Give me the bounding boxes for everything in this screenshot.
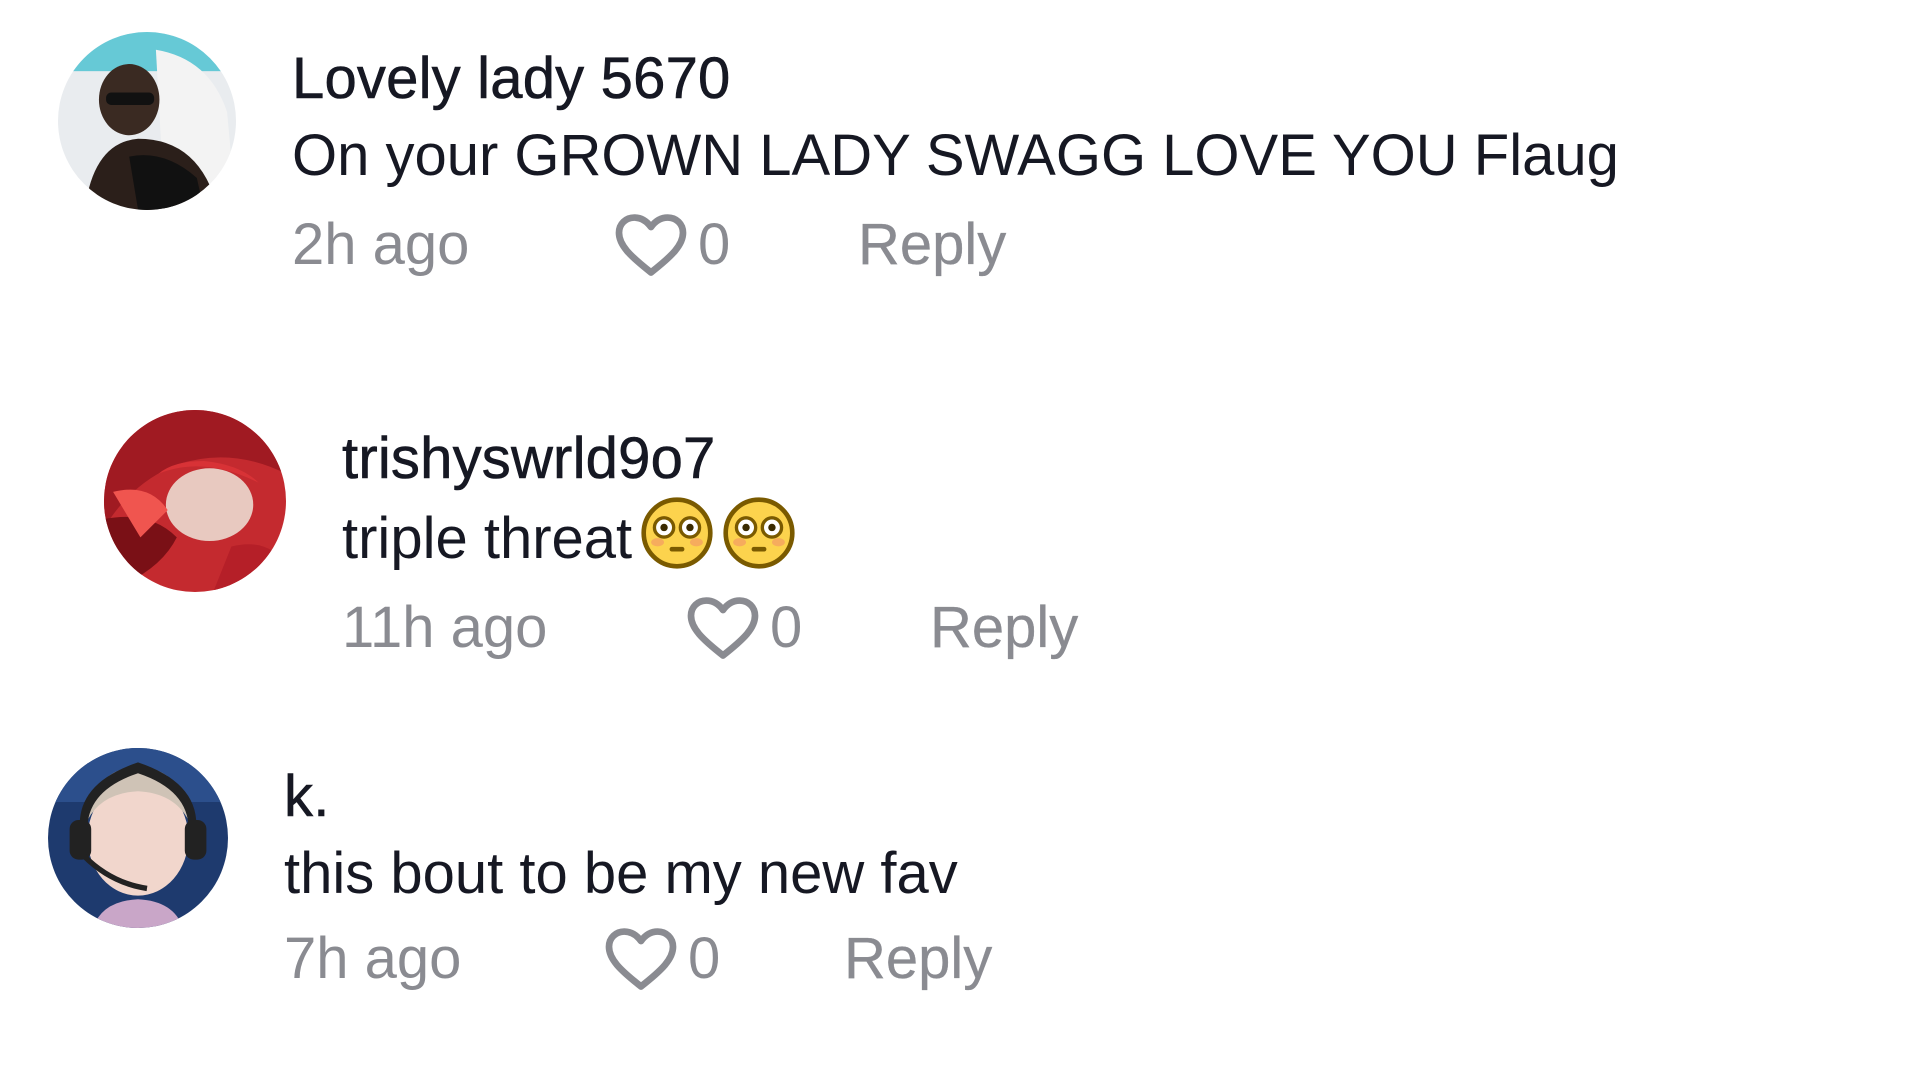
flushed-face-emoji <box>640 496 714 570</box>
flushed-face-emoji <box>722 496 796 570</box>
comment-text-content: triple threat <box>342 506 633 571</box>
reply-button[interactable]: Reply <box>844 914 993 1004</box>
comment-text: triple threat <box>342 496 796 579</box>
like-button[interactable]: 0 <box>686 583 802 673</box>
like-count: 0 <box>698 212 731 277</box>
heart-outline-icon <box>687 597 759 659</box>
comment-body: Lovely lady 5670 On your GROWN LADY SWAG… <box>292 44 1619 290</box>
reply-button[interactable]: Reply <box>930 583 1079 673</box>
like-count: 0 <box>688 926 721 991</box>
comment-list: Lovely lady 5670 On your GROWN LADY SWAG… <box>0 0 1920 1080</box>
comment-body: k. this bout to be my new fav 7h ago 0 R… <box>284 762 993 1004</box>
avatar[interactable] <box>48 748 228 928</box>
reply-button[interactable]: Reply <box>858 200 1007 290</box>
avatar[interactable] <box>58 32 236 210</box>
like-button[interactable]: 0 <box>614 200 730 290</box>
heart-outline-icon <box>605 928 677 990</box>
comment-meta: 11h ago 0 Reply <box>342 583 1078 673</box>
comment-meta: 7h ago 0 Reply <box>284 914 992 1004</box>
comment-username[interactable]: trishyswrld9o7 <box>342 424 796 494</box>
comment-text: On your GROWN LADY SWAGG LOVE YOU Flaug <box>292 123 1619 188</box>
comment-timestamp: 2h ago <box>292 212 470 277</box>
comment-body: trishyswrld9o7 triple threat 11h ago 0 R… <box>342 424 1079 673</box>
comment-timestamp: 7h ago <box>284 926 462 991</box>
comment-username[interactable]: k. <box>284 762 958 832</box>
comment-text: this bout to be my new fav <box>284 841 958 906</box>
comment-meta: 2h ago 0 Reply <box>292 200 1619 290</box>
like-button[interactable]: 0 <box>604 914 720 1004</box>
comment-username[interactable]: Lovely lady 5670 <box>292 44 1619 114</box>
heart-outline-icon <box>615 214 687 276</box>
like-count: 0 <box>770 595 803 660</box>
comment-timestamp: 11h ago <box>342 595 548 660</box>
avatar[interactable] <box>104 410 286 592</box>
